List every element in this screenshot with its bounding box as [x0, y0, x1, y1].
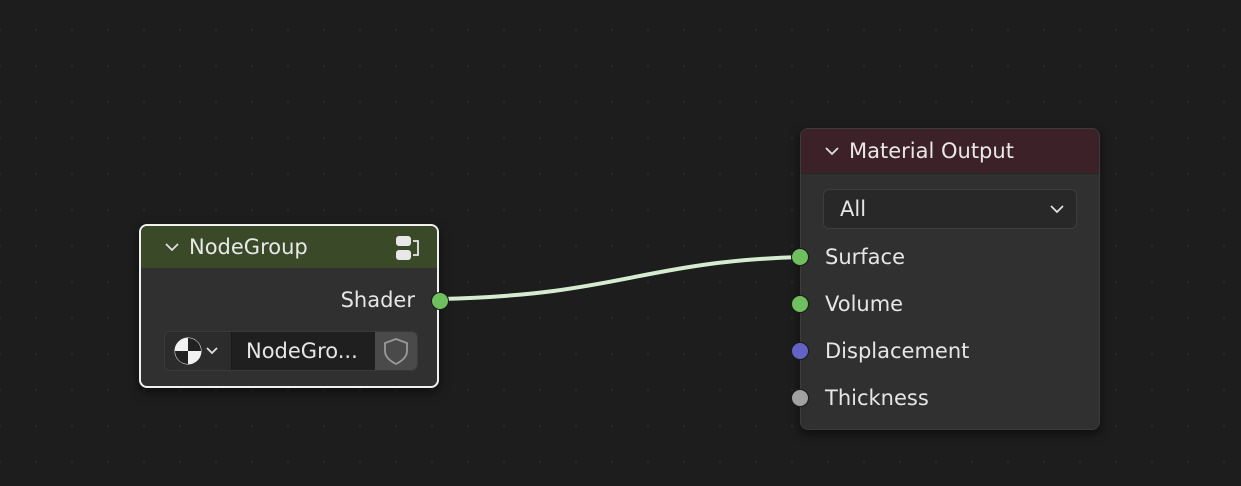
chevron-down-icon[interactable]: [825, 144, 839, 158]
chevron-down-icon: [1050, 205, 1064, 214]
input-label-thickness: Thickness: [825, 386, 929, 410]
input-label-volume: Volume: [825, 292, 904, 316]
input-socket-thickness[interactable]: [791, 389, 809, 407]
datablock-selector[interactable]: NodeGro...: [164, 331, 418, 371]
input-label-displacement: Displacement: [825, 339, 970, 363]
node-header[interactable]: NodeGroup: [141, 226, 437, 268]
node-editor-canvas[interactable]: NodeGroup Shader NodeGro... Material Out…: [0, 0, 1241, 486]
target-value: All: [840, 197, 867, 221]
node-header[interactable]: Material Output: [801, 129, 1099, 174]
fake-user-shield-icon[interactable]: [375, 332, 417, 370]
target-dropdown[interactable]: All: [823, 189, 1077, 229]
material-output-node[interactable]: Material Output All Surface Volume Displ…: [791, 128, 1100, 430]
input-socket-displacement[interactable]: [791, 342, 809, 360]
output-socket-shader[interactable]: [431, 292, 449, 310]
input-label-surface: Surface: [825, 245, 906, 269]
chevron-down-icon[interactable]: [165, 240, 179, 254]
nodegroup-node[interactable]: NodeGroup Shader NodeGro...: [139, 224, 449, 388]
browse-datablock-button[interactable]: [165, 332, 232, 370]
node-tree-icon[interactable]: [393, 233, 423, 263]
datablock-name-field[interactable]: NodeGro...: [232, 332, 376, 370]
node-title: NodeGroup: [189, 235, 308, 259]
output-label-shader: Shader: [340, 288, 415, 312]
input-socket-volume[interactable]: [791, 295, 809, 313]
node-title: Material Output: [849, 139, 1014, 163]
input-socket-surface[interactable]: [791, 248, 809, 266]
